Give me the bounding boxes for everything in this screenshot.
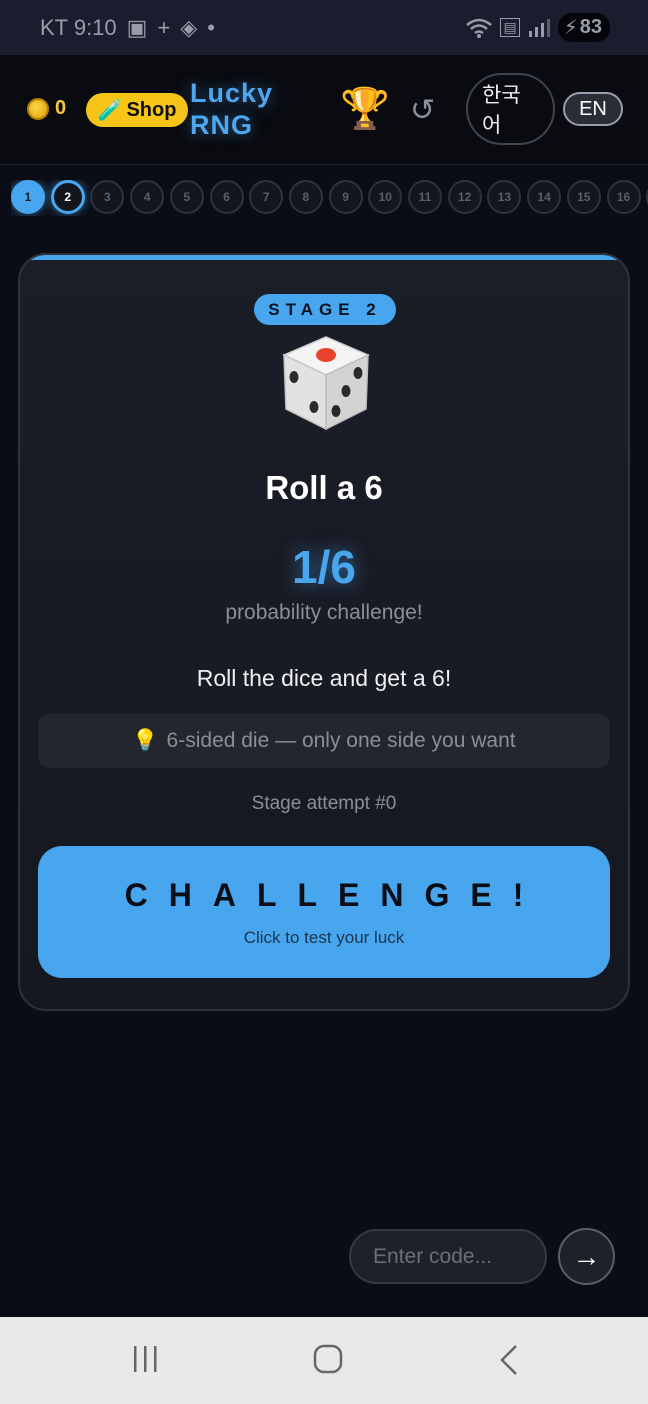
stage-dot-5[interactable]: 5 [169, 180, 204, 214]
stage-dot-10[interactable]: 10 [368, 180, 403, 214]
battery-indicator: ⚡ 83 [557, 13, 610, 42]
signal-icon [528, 18, 550, 37]
challenge-button-subtitle: Click to test your luck [243, 927, 405, 947]
stage-dot-6[interactable]: 6 [209, 180, 244, 214]
stage-badge: STAGE 2 [254, 294, 396, 325]
stage-dot-1[interactable]: 1 [11, 180, 45, 214]
coin-balance: 0 [27, 97, 66, 120]
language-korean-button[interactable]: 한국어 [466, 73, 555, 145]
notification-dot-icon: • [207, 14, 215, 40]
status-left: KT 9:10 ▣ + ◈ • [40, 15, 215, 41]
code-input[interactable] [349, 1229, 547, 1284]
challenge-title: Roll a 6 [265, 469, 383, 506]
stage-progress: 1 2 3 4 5 6 7 8 9 10 11 12 13 14 15 16 [11, 180, 648, 216]
recent-apps-icon[interactable] [131, 1343, 161, 1375]
stage-dot-7[interactable]: 7 [249, 180, 284, 214]
language-english-button[interactable]: EN [563, 92, 623, 126]
trophy-icon[interactable]: 🏆 [340, 85, 390, 132]
status-right: ▤ ⚡ 83 [466, 13, 610, 42]
back-icon[interactable] [496, 1343, 522, 1377]
stage-dot-14[interactable]: 14 [527, 180, 562, 214]
stage-dot-11[interactable]: 11 [408, 180, 442, 214]
coin-count: 0 [55, 97, 67, 119]
challenge-description: Roll the dice and get a 6! [196, 665, 452, 691]
challenge-card: STAGE 2 Roll a 6 1/6 probability challen… [18, 253, 630, 1011]
challenge-button-label: CHALLENGE! [124, 876, 545, 913]
brand-line2: RNG [190, 110, 253, 140]
coin-icon [27, 97, 49, 120]
wifi-icon [466, 18, 493, 38]
stage-dot-3[interactable]: 3 [90, 180, 125, 214]
probability-caption: probability challenge! [225, 601, 423, 624]
app-logo: Lucky RNG [190, 77, 290, 141]
hint-box: 💡 6-sided die — only one side you want [38, 714, 610, 768]
volte-icon: ▤ [500, 18, 520, 37]
submit-code-button[interactable]: → [558, 1228, 615, 1285]
charging-icon: ⚡ [563, 17, 578, 39]
stage-dot-16[interactable]: 16 [606, 180, 641, 214]
stage-dot-12[interactable]: 12 [447, 180, 482, 214]
plus-icon: + [157, 14, 171, 40]
dice-icon [282, 336, 370, 431]
stage-dot-15[interactable]: 15 [566, 180, 601, 214]
system-nav-bar [0, 1317, 648, 1404]
probability-value: 1/6 [292, 541, 356, 593]
stage-dot-2[interactable]: 2 [50, 180, 85, 214]
stage-dot-4[interactable]: 4 [130, 180, 165, 214]
card-accent-bar [20, 255, 628, 260]
lang-en-label: EN [579, 97, 607, 120]
lang-ko-label: 한국어 [482, 84, 521, 137]
attempt-counter: Stage attempt #0 [251, 793, 397, 814]
stage-dot-8[interactable]: 8 [288, 180, 323, 214]
arrow-right-icon: → [572, 1240, 601, 1272]
diamond-icon: ◈ [180, 14, 198, 40]
test-tube-icon: 🧪 [97, 99, 123, 122]
hint-text: 6-sided die — only one side you want [166, 729, 516, 752]
challenge-button[interactable]: CHALLENGE! Click to test your luck [38, 846, 610, 978]
status-bar: KT 9:10 ▣ + ◈ • ▤ ⚡ 83 [0, 0, 648, 55]
stage-dot-13[interactable]: 13 [487, 180, 522, 214]
carrier-time: KT 9:10 [40, 14, 117, 40]
reset-icon[interactable]: ↺ [410, 93, 435, 128]
battery-level: 83 [579, 16, 602, 38]
brand-line1: Lucky [190, 78, 274, 108]
stage-dot-9[interactable]: 9 [328, 180, 363, 214]
lightbulb-icon: 💡 [132, 729, 159, 752]
screenshot-icon: ▣ [126, 14, 148, 40]
shop-button[interactable]: 🧪 Shop [86, 93, 188, 127]
home-icon[interactable] [312, 1343, 344, 1375]
shop-label: Shop [126, 98, 177, 121]
app-header: 0 🧪 Shop Lucky RNG 🏆 ↺ 한국어 EN [0, 55, 648, 165]
